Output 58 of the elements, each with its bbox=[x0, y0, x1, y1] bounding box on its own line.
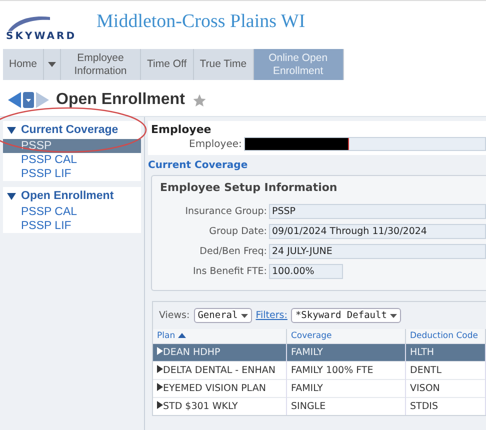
filters-dropdown[interactable]: *Skyward Default bbox=[291, 308, 401, 323]
page-title: Open Enrollment bbox=[56, 91, 185, 109]
caret-icon bbox=[7, 192, 16, 200]
field-label: Ins Benefit FTE: bbox=[192, 266, 268, 277]
field-value: 24 JULY-JUNE bbox=[269, 244, 486, 259]
expand-arrow-icon[interactable] bbox=[157, 383, 163, 391]
district-name: Middleton-Cross Plains WI bbox=[96, 11, 306, 33]
table-row[interactable]: STD $301 WKLY SINGLE STDIS bbox=[153, 398, 486, 415]
table-cell: DEAN HDHP bbox=[153, 344, 286, 362]
table-cell: FAMILY 100% FTE bbox=[286, 362, 406, 380]
field-value: 100.00% bbox=[269, 264, 343, 279]
table-cell: DELTA DENTAL - ENHAN bbox=[153, 362, 286, 380]
expand-arrow-icon[interactable] bbox=[157, 401, 163, 409]
field-value: 09/01/2024 Through 11/30/2024 bbox=[269, 224, 486, 239]
sidebar-item[interactable]: PSSP CAL bbox=[3, 153, 141, 167]
sidebar-item[interactable]: PSSP LIF bbox=[3, 167, 141, 181]
column-header[interactable]: Deduction Code bbox=[406, 329, 486, 344]
caret-icon bbox=[240, 314, 248, 318]
dropdown-icon[interactable] bbox=[23, 92, 34, 108]
views-dropdown[interactable]: General bbox=[194, 308, 252, 323]
table-cell: STDIS bbox=[406, 398, 486, 415]
section-heading: Employee bbox=[151, 123, 212, 136]
panel-title: Employee Setup Information bbox=[160, 181, 338, 194]
expand-arrow-icon[interactable] bbox=[157, 365, 163, 373]
table-row[interactable]: EYEMED VISION PLAN FAMILY VISON bbox=[153, 380, 486, 398]
caret-icon bbox=[48, 62, 56, 68]
field-label: Insurance Group: bbox=[184, 206, 268, 217]
caret-icon bbox=[390, 314, 397, 318]
table-cell: HLTH bbox=[406, 344, 486, 362]
filters-link[interactable]: Filters: bbox=[256, 310, 288, 321]
column-header[interactable]: Plan bbox=[153, 329, 286, 344]
sidebar-heading[interactable]: Current Coverage bbox=[3, 121, 141, 139]
table-cell: FAMILY bbox=[286, 380, 406, 398]
field-label: Ded/Ben Freq: bbox=[198, 246, 268, 257]
sidebar-item[interactable]: PSSP CAL bbox=[3, 205, 141, 219]
sidebar-heading[interactable]: Open Enrollment bbox=[3, 187, 141, 205]
table-cell: EYEMED VISION PLAN bbox=[153, 380, 286, 398]
field-value: PSSP bbox=[269, 204, 486, 219]
table-row[interactable]: DEAN HDHP FAMILY HLTH bbox=[153, 344, 486, 362]
table-cell: STD $301 WKLY bbox=[153, 398, 286, 415]
field-label: Group Date: bbox=[208, 226, 268, 237]
views-label: Views: bbox=[159, 310, 190, 321]
brand-logo-text: SKYWARD bbox=[6, 31, 77, 42]
sort-ascending-icon bbox=[178, 333, 186, 338]
table-cell: VISON bbox=[406, 380, 486, 398]
sidebar-item[interactable]: PSSP bbox=[3, 139, 141, 153]
back-arrow-icon[interactable] bbox=[8, 92, 21, 108]
table-cell: SINGLE bbox=[286, 398, 406, 415]
swoosh-icon bbox=[6, 15, 50, 31]
table-cell: DENTL bbox=[406, 362, 486, 380]
star-icon[interactable] bbox=[192, 92, 207, 108]
table-cell: FAMILY bbox=[286, 344, 406, 362]
section-heading: Current Coverage bbox=[148, 160, 249, 171]
field-label: Employee: bbox=[189, 138, 242, 150]
sidebar-item[interactable]: PSSP LIF bbox=[3, 219, 141, 233]
table-row[interactable]: DELTA DENTAL - ENHAN FAMILY 100% FTE DENTL bbox=[153, 362, 486, 380]
column-header[interactable]: Coverage bbox=[286, 329, 406, 344]
caret-icon bbox=[7, 126, 16, 134]
